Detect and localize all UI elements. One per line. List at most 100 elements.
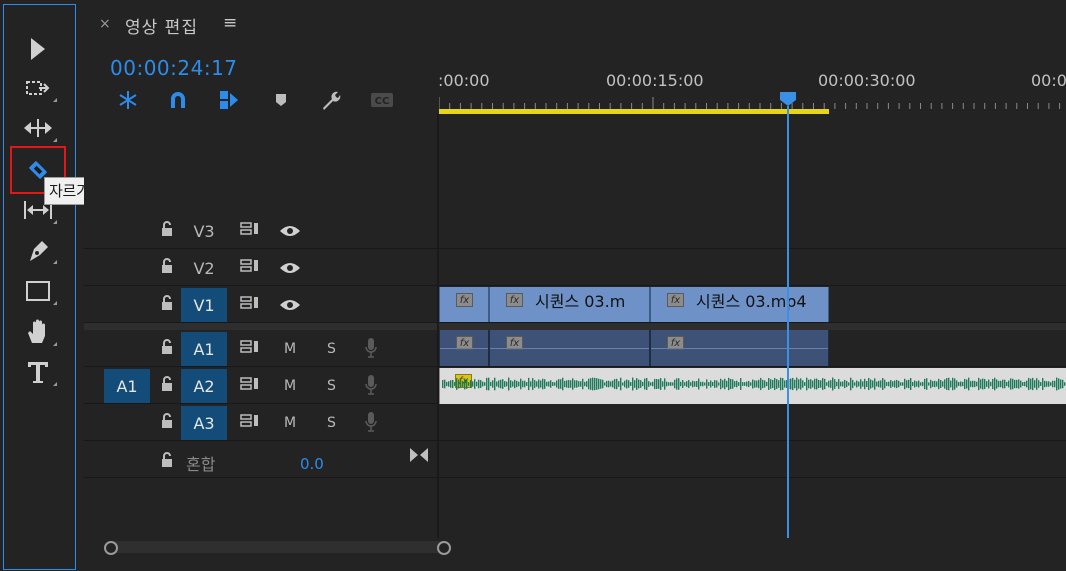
lock-icon[interactable] xyxy=(160,339,174,359)
waveform-bar xyxy=(942,381,944,387)
playhead-timecode[interactable]: 00:00:24:17 xyxy=(110,56,238,80)
waveform-bar xyxy=(1010,378,1012,390)
track-select-tool-button[interactable] xyxy=(22,72,57,104)
add-marker-button[interactable] xyxy=(269,89,293,111)
microphone-icon[interactable] xyxy=(364,337,378,363)
lock-icon[interactable] xyxy=(160,295,174,315)
mute-button[interactable]: M xyxy=(284,415,296,431)
waveform-bar xyxy=(782,378,784,390)
waveform-bar xyxy=(834,379,836,389)
sync-lock-icon[interactable] xyxy=(240,376,260,396)
video-clip[interactable]: fx xyxy=(439,287,489,322)
track-name-v1[interactable]: V1 xyxy=(181,288,227,322)
wrench-icon xyxy=(323,91,341,110)
mute-button[interactable]: M xyxy=(284,378,296,394)
scrollbar-right-handle[interactable] xyxy=(437,541,451,555)
lock-icon[interactable] xyxy=(160,221,174,241)
close-tab-button[interactable]: × xyxy=(99,16,111,32)
selection-tool-button[interactable] xyxy=(22,33,54,65)
snap-button[interactable] xyxy=(166,89,190,111)
track-name-v2[interactable]: V2 xyxy=(181,251,227,285)
audio-clip[interactable]: fx xyxy=(439,330,489,366)
waveform-bar xyxy=(554,382,556,386)
mute-button[interactable]: M xyxy=(284,341,296,357)
sync-lock-icon[interactable] xyxy=(240,295,260,315)
track-name-a1[interactable]: A1 xyxy=(181,332,227,366)
pen-tool-button[interactable] xyxy=(22,234,57,266)
playhead-handle[interactable] xyxy=(780,92,796,106)
sync-lock-icon[interactable] xyxy=(240,221,260,241)
waveform-bar xyxy=(590,378,592,390)
hand-tool-button[interactable] xyxy=(22,316,57,348)
nest-toggle-button[interactable] xyxy=(116,89,140,111)
video-clip[interactable]: fx 시퀀스 03.m xyxy=(489,287,650,322)
playhead-line[interactable] xyxy=(787,106,789,538)
type-tool-button[interactable] xyxy=(22,356,57,388)
ripple-edit-tool-button[interactable] xyxy=(22,112,57,144)
waveform-bar xyxy=(470,380,472,388)
track-name-a2[interactable]: A2 xyxy=(181,369,227,403)
waveform-bar xyxy=(980,379,982,389)
video-clip[interactable]: fx 시퀀스 03.mp4 xyxy=(650,287,829,322)
lock-icon[interactable] xyxy=(160,376,174,396)
waveform-bar xyxy=(552,382,554,386)
waveform-bar xyxy=(504,381,506,387)
waveform-bar xyxy=(994,377,996,391)
bowtie-icon[interactable] xyxy=(409,447,429,467)
horizontal-zoom-scrollbar[interactable] xyxy=(108,541,448,553)
lock-icon[interactable] xyxy=(160,258,174,278)
waveform-bar xyxy=(972,380,974,388)
waveform-bar xyxy=(774,377,776,391)
scrollbar-left-handle[interactable] xyxy=(104,541,118,555)
sync-lock-icon[interactable] xyxy=(240,413,260,433)
waveform-bar xyxy=(814,378,816,390)
lock-icon[interactable] xyxy=(160,413,174,433)
eye-icon[interactable] xyxy=(279,223,301,242)
waveform-bar xyxy=(1036,378,1038,390)
audio-clip[interactable]: fx xyxy=(489,330,650,366)
waveform-bar xyxy=(570,380,572,388)
sync-lock-icon[interactable] xyxy=(240,339,260,359)
waveform-bar xyxy=(738,382,740,386)
waveform-bar xyxy=(578,381,580,387)
waveform-bar xyxy=(466,379,468,389)
waveform-bar xyxy=(886,382,888,386)
work-area-bar[interactable] xyxy=(439,109,829,114)
hand-icon xyxy=(28,319,45,343)
waveform-bar xyxy=(696,381,698,387)
waveform-bar xyxy=(802,380,804,388)
waveform-bar xyxy=(476,381,478,387)
sync-lock-icon[interactable] xyxy=(240,258,260,278)
panel-menu-button[interactable]: ≡ xyxy=(223,13,237,33)
eye-icon[interactable] xyxy=(279,260,301,279)
source-patch-a1[interactable]: A1 xyxy=(104,369,150,403)
timeline-settings-button[interactable] xyxy=(318,89,342,111)
eye-icon[interactable] xyxy=(279,297,301,316)
audio-clip[interactable]: fx xyxy=(650,330,829,366)
waveform-bar xyxy=(560,379,562,389)
microphone-icon[interactable] xyxy=(364,374,378,400)
waveform-bar xyxy=(836,381,838,387)
solo-button[interactable]: S xyxy=(327,378,336,394)
sequence-tab-title[interactable]: 영상 편집 xyxy=(125,13,198,38)
mix-volume-value[interactable]: 0.0 xyxy=(300,455,324,473)
type-t-icon xyxy=(28,362,48,383)
waveform-bar xyxy=(592,377,594,391)
microphone-icon[interactable] xyxy=(364,411,378,437)
waveform-bar xyxy=(762,379,764,389)
captions-button[interactable]: CC xyxy=(370,89,394,111)
waveform-bar xyxy=(632,377,634,391)
track-name-a3[interactable]: A3 xyxy=(181,406,227,440)
rectangle-tool-button[interactable] xyxy=(22,275,57,307)
audio-waveform-clip[interactable]: fx xyxy=(439,368,1066,404)
insert-nest-icon xyxy=(119,91,137,109)
video-audio-divider[interactable] xyxy=(84,323,1066,330)
lock-icon[interactable] xyxy=(160,452,174,472)
track-name-v3[interactable]: V3 xyxy=(181,214,227,248)
solo-button[interactable]: S xyxy=(327,415,336,431)
linked-selection-button[interactable] xyxy=(217,89,241,111)
solo-button[interactable]: S xyxy=(327,341,336,357)
waveform-bar xyxy=(624,380,626,388)
waveform-bar xyxy=(948,377,950,391)
waveform-bar xyxy=(720,378,722,390)
